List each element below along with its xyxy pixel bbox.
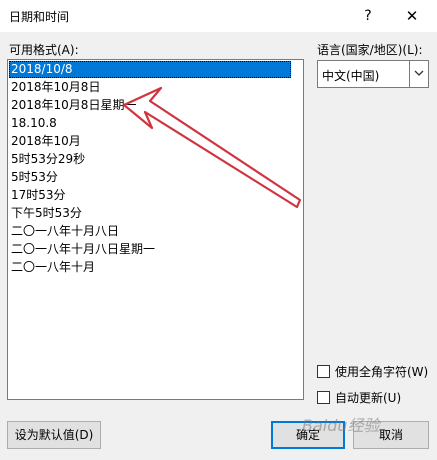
format-item[interactable]: 17时53分 — [8, 186, 303, 204]
help-button[interactable]: ? — [356, 4, 380, 28]
format-item[interactable]: 5时53分29秒 — [8, 150, 303, 168]
format-item[interactable]: 5时53分 — [8, 168, 303, 186]
available-formats-label: 可用格式(A): — [9, 43, 79, 57]
fullwidth-checkbox[interactable] — [317, 365, 330, 378]
format-list[interactable]: 2018/10/8 2018年10月8日 2018年10月8日星期一 18.10.8 2… — [7, 59, 304, 400]
format-item[interactable]: 二〇一八年十月八日 — [8, 222, 303, 240]
dialog-title: 日期和时间 — [9, 10, 70, 24]
title-bar: 日期和时间 ? ✕ — [0, 0, 437, 32]
autoupdate-option[interactable]: 自动更新(U) — [317, 389, 401, 406]
autoupdate-label: 自动更新(U) — [335, 391, 402, 405]
format-item[interactable]: 2018/10/8 — [9, 61, 291, 78]
chevron-down-icon[interactable] — [409, 61, 428, 87]
format-item[interactable]: 2018年10月8日 — [8, 78, 303, 96]
language-selected-value: 中文(中国) — [322, 69, 380, 83]
fullwidth-option[interactable]: 使用全角字符(W) — [317, 363, 428, 380]
autoupdate-checkbox[interactable] — [317, 391, 330, 404]
format-item[interactable]: 下午5时53分 — [8, 204, 303, 222]
format-item[interactable]: 2018年10月8日星期一 — [8, 96, 303, 114]
close-button[interactable]: ✕ — [398, 4, 426, 28]
format-item[interactable]: 2018年10月 — [8, 132, 303, 150]
language-label: 语言(国家/地区)(L): — [317, 43, 423, 57]
format-item[interactable]: 二〇一八年十月八日星期一 — [8, 240, 303, 258]
format-item[interactable]: 18.10.8 — [8, 114, 303, 132]
set-default-button[interactable]: 设为默认值(D) — [7, 421, 101, 449]
fullwidth-label: 使用全角字符(W) — [335, 365, 429, 379]
language-select[interactable]: 中文(中国) — [317, 60, 429, 88]
watermark-text: Baidu经验 — [302, 416, 380, 435]
format-item[interactable]: 二〇一八年十月 — [8, 258, 303, 276]
